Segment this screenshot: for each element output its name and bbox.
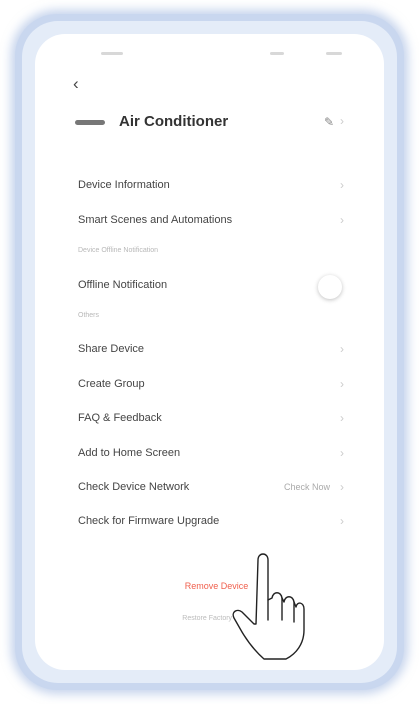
menu-item-share-device[interactable]: Share Device ›	[78, 341, 344, 361]
chevron-right-icon: ›	[340, 342, 344, 356]
phone-frame: ‹ Air Conditioner ✎ › Device Information…	[15, 14, 404, 690]
chevron-right-icon: ›	[340, 411, 344, 425]
menu-item-label: Create Group	[78, 378, 145, 390]
menu-item-label: Add to Home Screen	[78, 447, 181, 459]
offline-notification-toggle[interactable]	[318, 275, 342, 299]
menu-item-device-information[interactable]: Device Information ›	[78, 177, 344, 197]
menu-item-offline-notification[interactable]: Offline Notification	[78, 275, 344, 299]
chevron-right-icon: ›	[340, 114, 344, 128]
chevron-right-icon: ›	[340, 178, 344, 192]
section-header-others: Others	[78, 312, 100, 319]
menu-item-label: Offline Notification	[78, 279, 168, 291]
menu-item-label: Check for Firmware Upgrade	[78, 515, 220, 527]
restore-factory-defaults-button[interactable]: Restore Factory Def...	[35, 615, 384, 622]
menu-item-add-to-home-screen[interactable]: Add to Home Screen ›	[78, 445, 344, 465]
menu-item-label: Smart Scenes and Automations	[78, 214, 233, 226]
chevron-left-icon: ‹	[73, 74, 79, 93]
menu-item-check-device-network[interactable]: Check Device Network Check Now ›	[78, 479, 344, 499]
phone-bezel: ‹ Air Conditioner ✎ › Device Information…	[22, 21, 397, 683]
menu-item-label: Device Information	[78, 179, 170, 191]
chevron-right-icon: ›	[340, 514, 344, 528]
remove-device-button[interactable]: Remove Device	[35, 581, 384, 591]
phone-screen: ‹ Air Conditioner ✎ › Device Information…	[35, 34, 384, 670]
status-bar	[35, 52, 384, 62]
check-now-value: Check Now	[283, 482, 330, 492]
back-button[interactable]: ‹	[73, 74, 79, 94]
pencil-icon[interactable]: ✎	[324, 115, 334, 129]
chevron-right-icon: ›	[340, 446, 344, 460]
menu-item-firmware-upgrade[interactable]: Check for Firmware Upgrade ›	[78, 513, 344, 533]
menu-item-label: FAQ & Feedback	[78, 412, 162, 424]
menu-item-faq-feedback[interactable]: FAQ & Feedback ›	[78, 410, 344, 430]
air-conditioner-icon	[75, 120, 105, 125]
status-signal-blur	[270, 52, 284, 55]
device-header: Air Conditioner ✎ ›	[75, 112, 344, 134]
status-battery-blur	[326, 52, 342, 55]
menu-item-smart-scenes[interactable]: Smart Scenes and Automations ›	[78, 212, 344, 232]
menu-item-label: Share Device	[78, 343, 145, 355]
section-header-offline: Device Offline Notification	[78, 247, 159, 254]
menu-item-label: Check Device Network	[78, 481, 190, 493]
chevron-right-icon: ›	[340, 377, 344, 391]
status-time-blur	[101, 52, 123, 55]
chevron-right-icon: ›	[340, 480, 344, 494]
device-name: Air Conditioner	[119, 113, 229, 130]
chevron-right-icon: ›	[340, 213, 344, 227]
menu-item-create-group[interactable]: Create Group ›	[78, 376, 344, 396]
pointing-hand-icon	[232, 553, 305, 660]
